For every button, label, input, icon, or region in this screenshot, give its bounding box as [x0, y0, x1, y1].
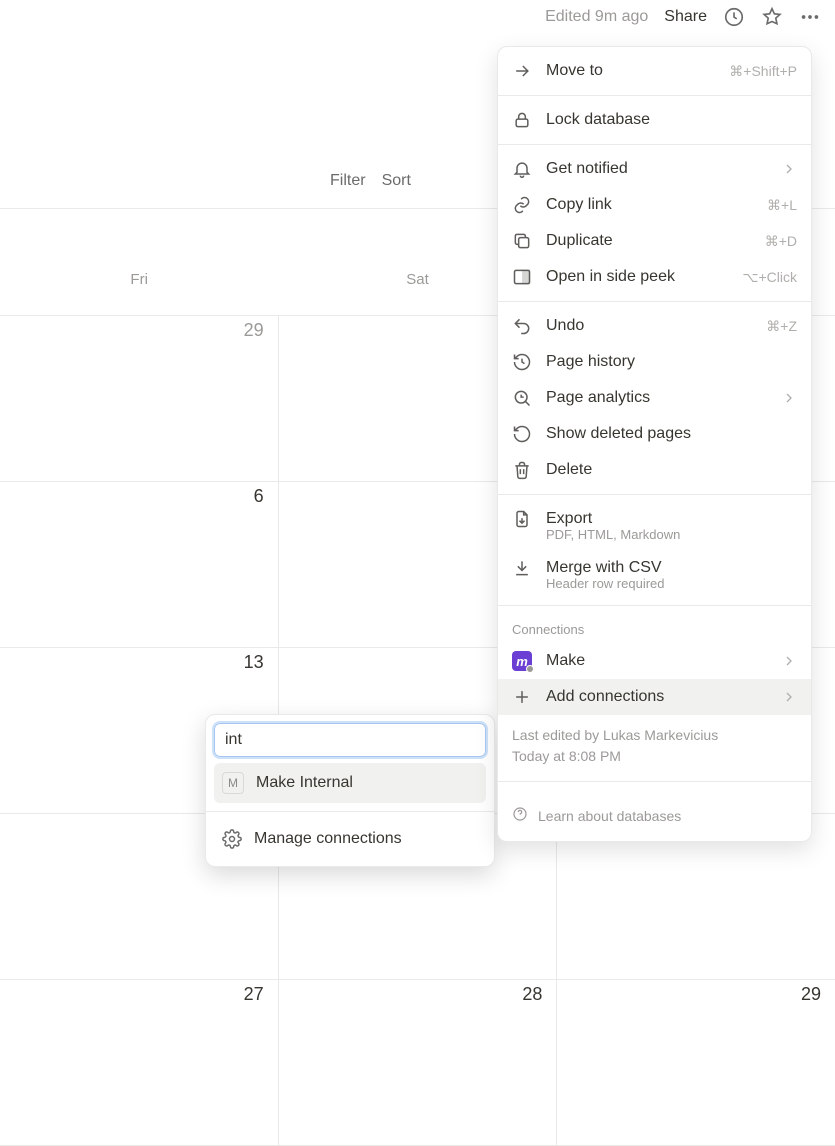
- menu-delete[interactable]: Delete: [498, 452, 811, 488]
- bell-icon: [512, 159, 532, 179]
- connection-search-popover: M Make Internal Manage connections: [205, 714, 495, 867]
- day-header: Fri: [0, 209, 278, 315]
- history-icon: [512, 352, 532, 372]
- chevron-right-icon: [781, 653, 797, 669]
- export-icon: [512, 509, 532, 529]
- menu-page-analytics[interactable]: Page analytics: [498, 380, 811, 416]
- menu-copy-link[interactable]: Copy link ⌘+L: [498, 187, 811, 223]
- share-button[interactable]: Share: [664, 8, 707, 26]
- menu-duplicate[interactable]: Duplicate ⌘+D: [498, 223, 811, 259]
- gear-icon: [222, 829, 242, 849]
- connection-result-item[interactable]: M Make Internal: [214, 763, 486, 803]
- last-edited-note: Last edited by Lukas Markevicius Today a…: [498, 715, 811, 767]
- download-icon: [512, 558, 532, 578]
- plus-icon: [512, 687, 532, 707]
- duplicate-icon: [512, 231, 532, 251]
- manage-connections-button[interactable]: Manage connections: [214, 820, 486, 858]
- connection-search-input[interactable]: [214, 723, 486, 757]
- restore-icon: [512, 424, 532, 444]
- connection-app-icon: M: [222, 772, 244, 794]
- trash-icon: [512, 460, 532, 480]
- connections-section-label: Connections: [498, 612, 811, 643]
- more-icon[interactable]: [799, 6, 821, 28]
- calendar-cell[interactable]: 29: [0, 316, 279, 481]
- updates-icon[interactable]: [723, 6, 745, 28]
- undo-icon: [512, 316, 532, 336]
- analytics-icon: [512, 388, 532, 408]
- chevron-right-icon: [781, 161, 797, 177]
- calendar-cell[interactable]: 29: [557, 980, 835, 1145]
- link-icon: [512, 195, 532, 215]
- filter-button[interactable]: Filter: [330, 172, 366, 190]
- sort-button[interactable]: Sort: [382, 172, 411, 190]
- help-icon: [512, 806, 528, 825]
- connection-result-label: Make Internal: [256, 774, 353, 792]
- favorite-icon[interactable]: [761, 6, 783, 28]
- chevron-right-icon: [781, 689, 797, 705]
- calendar-cell[interactable]: 28: [279, 980, 558, 1145]
- menu-page-history[interactable]: Page history: [498, 344, 811, 380]
- menu-lock-database[interactable]: Lock database: [498, 102, 811, 138]
- menu-merge-sub: Header row required: [498, 576, 811, 599]
- menu-export-sub: PDF, HTML, Markdown: [498, 527, 811, 550]
- chevron-right-icon: [781, 390, 797, 406]
- menu-get-notified[interactable]: Get notified: [498, 151, 811, 187]
- arrow-right-icon: [512, 61, 532, 81]
- menu-show-deleted[interactable]: Show deleted pages: [498, 416, 811, 452]
- menu-side-peek[interactable]: Open in side peek ⌥+Click: [498, 259, 811, 295]
- edited-label: Edited 9m ago: [545, 8, 648, 26]
- side-peek-icon: [512, 267, 532, 287]
- menu-add-connections[interactable]: Add connections: [498, 679, 811, 715]
- menu-undo[interactable]: Undo ⌘+Z: [498, 308, 811, 344]
- manage-connections-label: Manage connections: [254, 830, 402, 848]
- calendar-cell[interactable]: 27: [0, 980, 279, 1145]
- learn-about-databases[interactable]: Learn about databases: [498, 788, 811, 835]
- lock-icon: [512, 110, 532, 130]
- calendar-cell[interactable]: 6: [0, 482, 279, 647]
- page-options-menu: Move to ⌘+Shift+P Lock database Get noti…: [497, 46, 812, 842]
- menu-connection-make[interactable]: m Make: [498, 643, 811, 679]
- menu-move-to[interactable]: Move to ⌘+Shift+P: [498, 53, 811, 89]
- make-app-icon: m: [512, 651, 532, 671]
